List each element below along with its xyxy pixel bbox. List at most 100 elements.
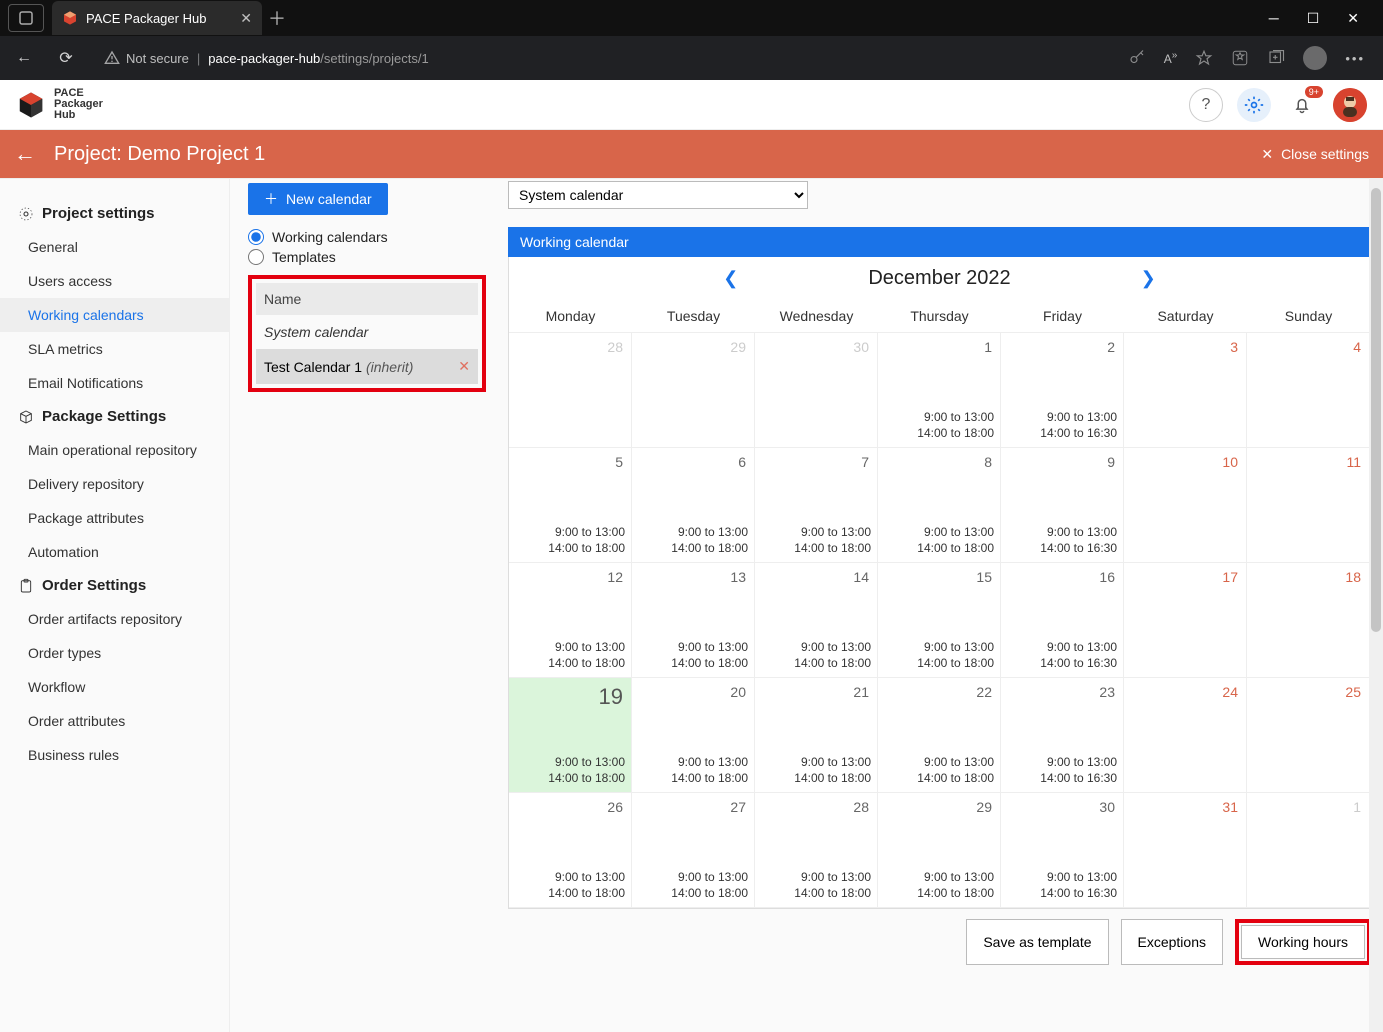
sidebar-item-order-artifacts-repository[interactable]: Order artifacts repository — [0, 602, 229, 636]
calendar-day[interactable]: 159:00 to 13:0014:00 to 18:00 — [878, 563, 1001, 678]
sidebar-item-general[interactable]: General — [0, 230, 229, 264]
calendar-day[interactable]: 28 — [509, 333, 632, 448]
security-indicator[interactable]: Not secure — [104, 50, 189, 66]
profile-icon[interactable] — [1303, 46, 1327, 70]
browser-tab[interactable]: PACE Packager Hub ✕ — [52, 1, 262, 35]
more-icon[interactable]: ••• — [1345, 51, 1365, 66]
calendar-day[interactable]: 18 — [1247, 563, 1370, 678]
favorite-icon[interactable] — [1195, 49, 1213, 67]
delete-calendar-icon[interactable]: ✕ — [458, 358, 470, 375]
close-settings-button[interactable]: ✕ Close settings — [1261, 146, 1369, 163]
calendar-day[interactable]: 14 9:00 to 13:0014:00 to 18:00 — [755, 563, 878, 678]
calendar-day[interactable]: 89:00 to 13:0014:00 to 18:00 — [878, 448, 1001, 563]
calendar-day[interactable]: 11 — [1247, 448, 1370, 563]
calendar-row-system[interactable]: System calendar — [256, 315, 478, 349]
calendar-day[interactable]: 289:00 to 13:0014:00 to 18:00 — [755, 793, 878, 908]
plus-icon: ＋ — [264, 189, 278, 209]
sidebar-item-workflow[interactable]: Workflow — [0, 670, 229, 704]
prev-month-button[interactable]: ❮ — [723, 268, 738, 289]
calendar-day[interactable]: 239:00 to 13:0014:00 to 16:30 — [1001, 678, 1124, 793]
calendar-day[interactable]: 29 — [632, 333, 755, 448]
calendar-day[interactable]: 209:00 to 13:0014:00 to 18:00 — [632, 678, 755, 793]
tab-close-icon[interactable]: ✕ — [240, 10, 252, 27]
calendar-day[interactable]: 1 — [1247, 793, 1370, 908]
calendar-day[interactable]: 299:00 to 13:0014:00 to 18:00 — [878, 793, 1001, 908]
working-hours-button[interactable]: Working hours — [1241, 925, 1365, 959]
tabs-overview-button[interactable] — [8, 4, 44, 32]
highlight-calendars-list: Name System calendar Test Calendar 1 (in… — [248, 275, 486, 392]
calendar-day[interactable]: 79:00 to 13:0014:00 to 18:00 — [755, 448, 878, 563]
calendar-selector[interactable]: System calendar — [508, 181, 808, 209]
minimize-button[interactable]: ─ — [1269, 10, 1279, 27]
close-window-button[interactable]: ✕ — [1347, 10, 1359, 27]
day-number: 14 — [759, 569, 873, 585]
calendar-day[interactable]: 99:00 to 13:0014:00 to 16:30 — [1001, 448, 1124, 563]
calendar-day[interactable]: 139:00 to 13:0014:00 to 18:00 — [632, 563, 755, 678]
radio-templates[interactable]: Templates — [248, 249, 486, 265]
calendar-day[interactable]: 219:00 to 13:0014:00 to 18:00 — [755, 678, 878, 793]
calendar-day[interactable]: 4 — [1247, 333, 1370, 448]
gear-icon[interactable] — [1237, 88, 1271, 122]
calendar-day[interactable]: 24 — [1124, 678, 1247, 793]
sidebar-item-working-calendars[interactable]: Working calendars — [0, 298, 229, 332]
sidebar-item-order-types[interactable]: Order types — [0, 636, 229, 670]
time-slots: 9:00 to 13:0014:00 to 16:30 — [1005, 639, 1119, 673]
calendar-day[interactable]: 29:00 to 13:0014:00 to 16:30 — [1001, 333, 1124, 448]
notifications-icon[interactable]: 9+ — [1285, 88, 1319, 122]
back-button[interactable]: ← — [8, 49, 40, 67]
project-title: Project: Demo Project 1 — [54, 143, 265, 166]
calendar-row-test1[interactable]: Test Calendar 1 (inherit) ✕ — [256, 349, 478, 384]
exceptions-button[interactable]: Exceptions — [1121, 919, 1223, 965]
radio-working-calendars[interactable]: Working calendars — [248, 229, 486, 245]
month-navigator: ❮ December 2022 ❯ — [509, 257, 1370, 300]
sidebar-item-main-operational-repository[interactable]: Main operational repository — [0, 433, 229, 467]
reload-button[interactable]: ⟳ — [50, 48, 82, 68]
sidebar-item-package-attributes[interactable]: Package attributes — [0, 501, 229, 535]
weekday-label: Thursday — [878, 300, 1001, 332]
calendar-day[interactable]: 30 — [755, 333, 878, 448]
sidebar-item-order-attributes[interactable]: Order attributes — [0, 704, 229, 738]
next-month-button[interactable]: ❯ — [1141, 268, 1156, 289]
url-text: pace-packager-hub/settings/projects/1 — [208, 51, 428, 66]
new-tab-button[interactable]: ＋ — [268, 5, 286, 31]
calendar-day[interactable]: 229:00 to 13:0014:00 to 18:00 — [878, 678, 1001, 793]
calendar-day[interactable]: 10 — [1124, 448, 1247, 563]
user-avatar[interactable] — [1333, 88, 1367, 122]
calendar-day[interactable]: 3 — [1124, 333, 1247, 448]
day-number: 28 — [759, 799, 873, 815]
time-slots: 9:00 to 13:0014:00 to 18:00 — [513, 639, 627, 673]
calendar-day[interactable]: 19:00 to 13:0014:00 to 18:00 — [878, 333, 1001, 448]
url-box[interactable]: Not secure | pace-packager-hub/settings/… — [92, 46, 441, 70]
sidebar-item-email-notifications[interactable]: Email Notifications — [0, 366, 229, 400]
time-slots: 9:00 to 13:0014:00 to 18:00 — [759, 639, 873, 673]
new-calendar-button[interactable]: ＋ New calendar — [248, 183, 388, 215]
calendar-day[interactable]: 309:00 to 13:0014:00 to 16:30 — [1001, 793, 1124, 908]
project-back-button[interactable]: ← — [14, 141, 36, 167]
calendar-day[interactable]: 279:00 to 13:0014:00 to 18:00 — [632, 793, 755, 908]
collections-icon[interactable] — [1267, 49, 1285, 67]
vertical-scrollbar[interactable] — [1369, 178, 1383, 1032]
sidebar-item-users-access[interactable]: Users access — [0, 264, 229, 298]
sidebar-item-automation[interactable]: Automation — [0, 535, 229, 569]
calendar-day[interactable]: 269:00 to 13:0014:00 to 18:00 — [509, 793, 632, 908]
app-logo[interactable]: PACE Packager Hub — [16, 88, 103, 121]
calendar-day[interactable]: 31 — [1124, 793, 1247, 908]
calendar-day[interactable]: 17 — [1124, 563, 1247, 678]
calendar-day[interactable]: 199:00 to 13:0014:00 to 18:00 — [509, 678, 632, 793]
key-icon[interactable] — [1128, 49, 1146, 67]
gear-outline-icon — [18, 206, 34, 222]
calendar-day[interactable]: 59:00 to 13:0014:00 to 18:00 — [509, 448, 632, 563]
save-as-template-button[interactable]: Save as template — [966, 919, 1108, 965]
sidebar-item-sla-metrics[interactable]: SLA metrics — [0, 332, 229, 366]
favorites-bar-icon[interactable] — [1231, 49, 1249, 67]
sidebar-item-business-rules[interactable]: Business rules — [0, 738, 229, 772]
calendar-day[interactable]: 129:00 to 13:0014:00 to 18:00 — [509, 563, 632, 678]
day-number: 29 — [882, 799, 996, 815]
read-aloud-icon[interactable]: A» — [1164, 50, 1178, 66]
maximize-button[interactable]: ☐ — [1307, 10, 1320, 27]
help-icon[interactable]: ? — [1189, 88, 1223, 122]
calendar-day[interactable]: 25 — [1247, 678, 1370, 793]
calendar-day[interactable]: 169:00 to 13:0014:00 to 16:30 — [1001, 563, 1124, 678]
sidebar-item-delivery-repository[interactable]: Delivery repository — [0, 467, 229, 501]
calendar-day[interactable]: 69:00 to 13:0014:00 to 18:00 — [632, 448, 755, 563]
